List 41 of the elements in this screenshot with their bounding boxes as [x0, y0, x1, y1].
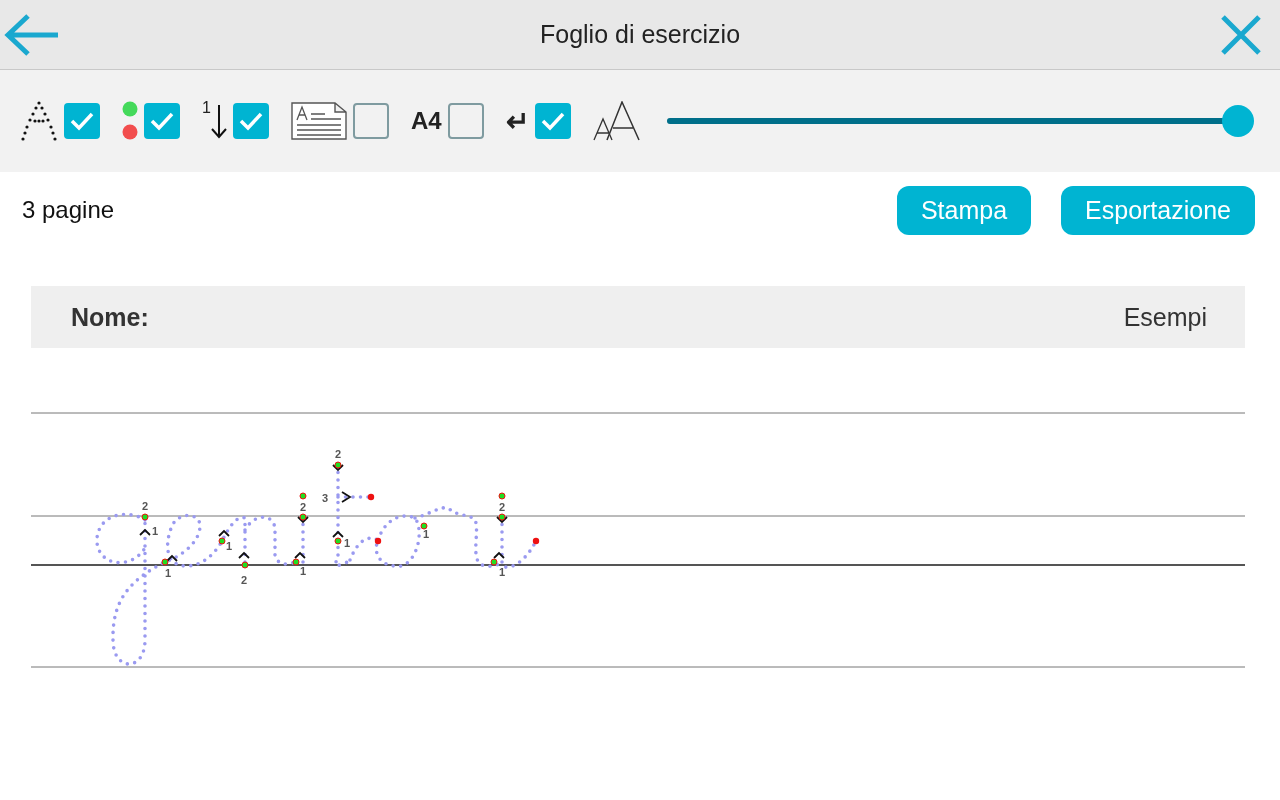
- checkbox[interactable]: [144, 103, 180, 139]
- stroke-number: 3: [321, 492, 329, 504]
- font-size-icon: [592, 101, 643, 141]
- check-icon: [539, 111, 566, 131]
- paper-size-label: A4: [410, 107, 442, 135]
- stroke-number: 1: [151, 525, 159, 537]
- line-break-icon: ↵: [505, 104, 529, 138]
- stroke-number: 2: [299, 501, 307, 513]
- stroke-number: 1: [422, 528, 430, 540]
- number-label: 1: [202, 99, 211, 117]
- action-button[interactable]: Esportazione: [1061, 185, 1255, 235]
- document-icon: [290, 102, 347, 140]
- back-arrow-icon[interactable]: [4, 12, 60, 57]
- checkbox[interactable]: [534, 103, 571, 139]
- page-count: 3 pagine: [22, 196, 115, 224]
- checkbox[interactable]: [64, 103, 100, 139]
- slider-thumb[interactable]: [1222, 105, 1254, 137]
- name-label: Nome:: [71, 302, 149, 332]
- stroke-number: 1: [164, 567, 172, 579]
- checkbox[interactable]: [352, 103, 389, 139]
- stroke-number: 1: [343, 537, 351, 549]
- color-dots-icon: [122, 101, 138, 141]
- checkbox[interactable]: [447, 103, 484, 139]
- stroke-number: 1: [225, 540, 233, 552]
- stroke-number: 2: [334, 448, 342, 460]
- down-arrow-icon: [210, 103, 227, 139]
- action-button[interactable]: Stampa: [896, 185, 1032, 235]
- stroke-number: 1: [498, 566, 506, 578]
- check-icon: [237, 111, 264, 131]
- window-title: Foglio di esercizio: [539, 20, 741, 49]
- stroke-number: 2: [498, 501, 506, 513]
- font-size-slider[interactable]: [666, 105, 1254, 137]
- stroke-number: 2: [141, 500, 149, 512]
- dotted-letter-icon: [20, 101, 58, 141]
- stroke-number: 1: [299, 565, 307, 577]
- close-icon[interactable]: [1220, 13, 1262, 56]
- stroke-number: 2: [240, 574, 248, 586]
- check-icon: [69, 111, 95, 131]
- examples-label: Esempi: [1123, 302, 1207, 332]
- checkbox[interactable]: [232, 103, 269, 139]
- check-icon: [149, 111, 175, 131]
